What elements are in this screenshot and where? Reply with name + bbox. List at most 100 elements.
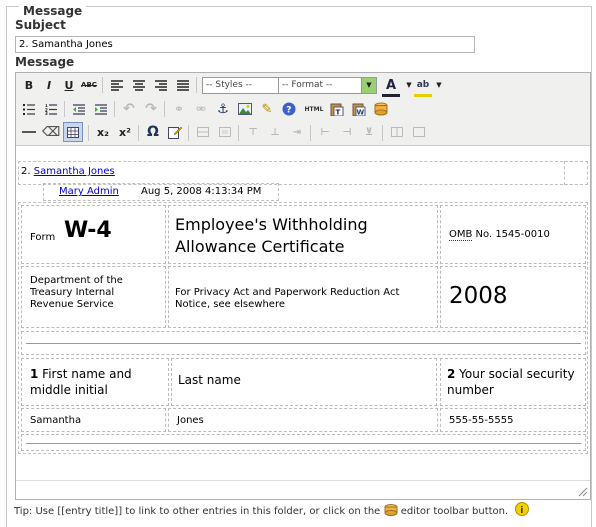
author-row: Mary Admin Aug 5, 2008 4:13:34 PM bbox=[43, 183, 279, 201]
split-cells-icon[interactable] bbox=[388, 123, 406, 141]
italic-icon[interactable]: I bbox=[40, 76, 58, 94]
form-name: W-4 bbox=[64, 218, 112, 243]
horizontal-rule-icon[interactable] bbox=[20, 123, 38, 141]
svg-text:T: T bbox=[336, 109, 341, 117]
svg-text:3: 3 bbox=[45, 111, 48, 115]
field1-label: First name and middle initial bbox=[30, 367, 132, 397]
toolbar-separator bbox=[102, 77, 103, 93]
ssn-cell: 555-55-5555 bbox=[440, 408, 586, 432]
resize-handle-icon[interactable] bbox=[578, 487, 588, 497]
numbered-list-icon[interactable]: 123 bbox=[42, 100, 60, 118]
chevron-down-icon: ▼ bbox=[361, 78, 376, 93]
privacy-text: For Privacy Act and Paperwork Reduction … bbox=[175, 287, 400, 310]
anchor-icon[interactable]: ⚓ bbox=[214, 100, 232, 118]
indent-icon[interactable] bbox=[92, 100, 110, 118]
last-name-label: Last name bbox=[178, 373, 241, 387]
insert-entry-link-icon[interactable] bbox=[372, 100, 390, 118]
bold-icon[interactable]: B bbox=[20, 76, 38, 94]
chevron-down-icon[interactable]: ▼ bbox=[430, 76, 448, 94]
align-right-icon[interactable] bbox=[152, 76, 170, 94]
toolbar-separator bbox=[188, 125, 189, 141]
fieldset-legend: Message bbox=[19, 4, 87, 18]
subject-input[interactable]: 2. Samantha Jones bbox=[15, 36, 475, 53]
unlink-icon[interactable]: ⚮ bbox=[192, 100, 210, 118]
outdent-icon[interactable] bbox=[70, 100, 88, 118]
last-name-cell: Jones bbox=[168, 408, 438, 432]
insert-row-after-icon[interactable]: ⊥ bbox=[266, 123, 284, 141]
special-char-icon[interactable]: Ω bbox=[144, 123, 162, 141]
eraser-icon[interactable]: ⌫ bbox=[42, 123, 60, 141]
omb-cell: OMB No. 1545-0010 bbox=[440, 205, 586, 264]
font-color-icon[interactable]: A bbox=[382, 76, 400, 97]
html-source-icon[interactable]: HTML bbox=[302, 100, 326, 118]
paste-word-icon[interactable]: W bbox=[350, 100, 368, 118]
align-left-icon[interactable] bbox=[108, 76, 126, 94]
subscript-icon[interactable]: x₂ bbox=[94, 123, 112, 141]
entry-link-row: 2. Samantha Jones bbox=[18, 161, 588, 185]
html-source-label: HTML bbox=[304, 105, 324, 113]
format-select-value: -- Format -- bbox=[282, 80, 333, 90]
last-name-value: Jones bbox=[177, 415, 204, 426]
author-link[interactable]: Mary Admin bbox=[59, 186, 119, 197]
entry-number: 2. bbox=[21, 166, 31, 177]
superscript-icon[interactable]: x² bbox=[116, 123, 134, 141]
svg-text:W: W bbox=[357, 109, 365, 117]
tip-message: Tip: Use [[entry title]] to link to othe… bbox=[14, 506, 381, 517]
insert-col-after-icon[interactable]: ⊣ bbox=[338, 123, 356, 141]
toolbar-separator bbox=[382, 125, 383, 141]
bottom-divider-row bbox=[21, 434, 586, 451]
redo-icon[interactable]: ↷ bbox=[142, 100, 160, 118]
toolbar-separator bbox=[64, 101, 65, 117]
underline-icon[interactable]: U bbox=[60, 76, 78, 94]
last-name-header: Last name bbox=[171, 358, 437, 406]
divider-row bbox=[21, 331, 586, 355]
table-icon[interactable] bbox=[63, 122, 83, 142]
styles-select-value: -- Styles -- bbox=[206, 80, 253, 90]
divider-line bbox=[26, 443, 581, 444]
svg-text:?: ? bbox=[286, 106, 291, 116]
first-name-value: Samantha bbox=[30, 415, 82, 426]
entry-link[interactable]: Samantha Jones bbox=[34, 166, 115, 177]
format-select[interactable]: -- Format -- ▼ bbox=[278, 77, 377, 94]
title-cell: Employee's Withholding Allowance Certifi… bbox=[168, 205, 438, 264]
align-center-icon[interactable] bbox=[130, 76, 148, 94]
privacy-cell: For Privacy Act and Paperwork Reduction … bbox=[168, 266, 438, 328]
paste-text-icon[interactable]: T bbox=[328, 100, 346, 118]
edit-icon[interactable] bbox=[166, 123, 184, 141]
image-icon[interactable] bbox=[236, 100, 254, 118]
insert-col-before-icon[interactable]: ⊢ bbox=[316, 123, 334, 141]
help-icon[interactable]: ? bbox=[280, 100, 298, 118]
divider-line bbox=[26, 343, 581, 344]
form-prefix: Form bbox=[30, 232, 56, 243]
bullet-list-icon[interactable] bbox=[20, 100, 38, 118]
cleanup-icon[interactable]: ✎ bbox=[258, 100, 276, 118]
strikethrough-icon[interactable]: ABC bbox=[80, 76, 98, 94]
dept-text: Department of the Treasury Internal Reve… bbox=[30, 275, 123, 310]
editor-statusbar bbox=[16, 480, 590, 499]
field2-label: Your social security number bbox=[447, 367, 575, 397]
toolbar-separator bbox=[164, 101, 165, 117]
ssn-value: 555-55-5555 bbox=[449, 415, 514, 426]
title-line1: Employee's Withholding bbox=[175, 215, 368, 234]
toolbar-separator bbox=[238, 125, 239, 141]
title-line2: Allowance Certificate bbox=[175, 237, 345, 256]
form-cell: Form W-4 bbox=[21, 205, 166, 264]
merge-cells-icon[interactable] bbox=[410, 123, 428, 141]
year-cell: 2008 bbox=[440, 266, 586, 328]
insert-row-before-icon[interactable]: ⊤ bbox=[244, 123, 262, 141]
link-icon[interactable]: ⚭ bbox=[170, 100, 188, 118]
table-row-props-icon[interactable] bbox=[194, 123, 212, 141]
subject-label: Subject bbox=[15, 18, 66, 32]
year: 2008 bbox=[449, 283, 508, 309]
undo-icon[interactable]: ↶ bbox=[120, 100, 138, 118]
info-icon[interactable]: i bbox=[515, 502, 530, 516]
delete-col-icon[interactable]: ⊻ bbox=[360, 123, 378, 141]
svg-text:i: i bbox=[521, 506, 524, 516]
delete-row-icon[interactable]: ⇥ bbox=[288, 123, 306, 141]
omb-abbr: OMB bbox=[449, 229, 473, 241]
first-name-cell: Samantha bbox=[21, 408, 166, 432]
align-justify-icon[interactable] bbox=[174, 76, 192, 94]
table-cell-props-icon[interactable] bbox=[216, 123, 234, 141]
rich-text-editor: B I U ABC -- Styles -- ▼ -- Format -- ▼ … bbox=[15, 72, 591, 500]
editor-content-area[interactable]: 2. Samantha Jones Mary Admin Aug 5, 2008… bbox=[16, 146, 590, 480]
